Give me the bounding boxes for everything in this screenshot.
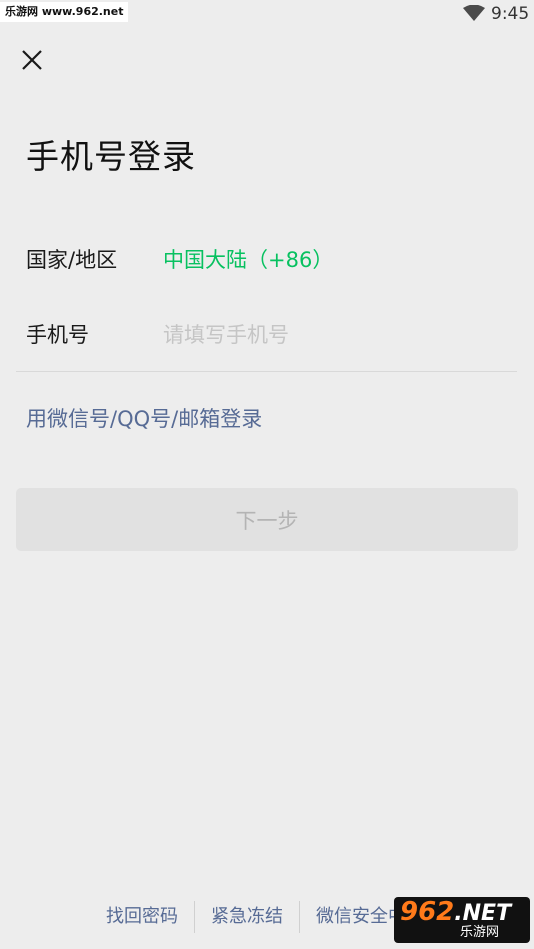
watermark-label: 乐游网 www.962.net (0, 2, 129, 22)
divider (16, 371, 517, 372)
footer-link-emergency-freeze[interactable]: 紧急冻结 (195, 900, 299, 934)
wifi-icon (463, 5, 485, 21)
footer-links: 找回密码 紧急冻结 微信安全中心 (90, 900, 440, 934)
region-label: 国家/地区 (26, 248, 118, 272)
phone-label: 手机号 (26, 323, 89, 347)
close-icon (22, 50, 42, 70)
watermark-logo-suffix: .NET (454, 901, 512, 926)
watermark-logo-caption: 乐游网 (460, 925, 500, 940)
watermark-logo-number: 962 (400, 897, 455, 927)
next-button[interactable]: 下一步 (16, 488, 518, 551)
alt-login-link[interactable]: 用微信号/QQ号/邮箱登录 (26, 404, 262, 434)
close-button[interactable] (14, 42, 50, 78)
footer-link-recover-password[interactable]: 找回密码 (90, 900, 194, 934)
phone-input[interactable] (163, 318, 503, 352)
status-bar: 乐游网 www.962.net 9:45 (0, 0, 534, 28)
page-title: 手机号登录 (26, 137, 196, 176)
watermark-logo: 962.NET 乐游网 (394, 897, 530, 943)
region-selector[interactable]: 中国大陆（+86） (163, 245, 333, 275)
status-time: 9:45 (491, 4, 530, 24)
